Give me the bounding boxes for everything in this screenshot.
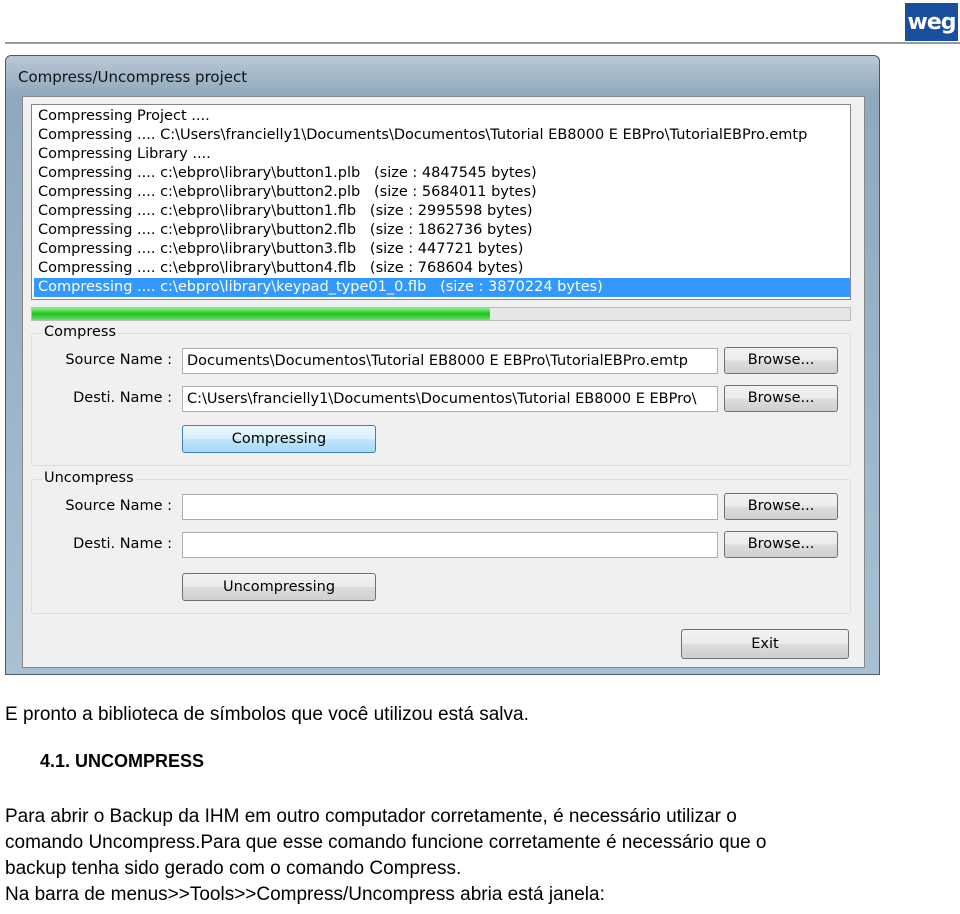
log-item[interactable]: Compressing Library .... <box>38 145 850 164</box>
compress-source-browse-button[interactable]: Browse... <box>724 347 838 374</box>
compress-source-input[interactable]: Documents\Documentos\Tutorial EB8000 E E… <box>182 348 718 374</box>
uncompressing-button[interactable]: Uncompressing <box>182 573 376 601</box>
log-item[interactable]: Compressing .... c:\ebpro\library\button… <box>38 202 850 221</box>
doc-line: Na barra de menus>>Tools>>Compress/Uncom… <box>5 884 605 905</box>
uncompress-dest-browse-button[interactable]: Browse... <box>724 531 838 558</box>
progress-fill <box>32 308 491 320</box>
compress-group-label: Compress <box>42 324 118 340</box>
log-item[interactable]: Compressing .... c:\ebpro\library\button… <box>38 221 850 240</box>
uncompress-group: Uncompress Source Name : Browse... Desti… <box>31 470 851 614</box>
log-item[interactable]: Compressing .... c:\ebpro\library\button… <box>38 240 850 259</box>
doc-line: comando Uncompress.Para que esse comando… <box>5 832 767 853</box>
compressing-button[interactable]: Compressing <box>182 425 376 453</box>
progress-bar <box>31 307 851 321</box>
log-item[interactable]: Compressing .... c:\ebpro\library\button… <box>38 259 850 278</box>
uncompress-source-input[interactable] <box>182 494 718 520</box>
uncompress-dest-label: Desti. Name : <box>73 536 172 552</box>
doc-line: Para abrir o Backup da IHM em outro comp… <box>5 806 737 827</box>
compress-dialog: Compress/Uncompress project Compressing … <box>5 55 880 675</box>
dialog-title: Compress/Uncompress project <box>18 68 248 86</box>
header-rule <box>5 42 960 44</box>
compress-group: Compress Source Name : Documents\Documen… <box>31 324 851 466</box>
logo-text: weg <box>907 9 957 35</box>
uncompress-source-label: Source Name : <box>65 498 172 514</box>
compress-dest-browse-button[interactable]: Browse... <box>724 385 838 412</box>
log-item[interactable]: Compressing .... c:\ebpro\library\keypad… <box>34 278 850 297</box>
uncompress-source-browse-button[interactable]: Browse... <box>724 493 838 520</box>
compress-source-label: Source Name : <box>65 352 172 368</box>
log-item[interactable]: Compressing .... c:\ebpro\library\button… <box>38 164 850 183</box>
compress-dest-label: Desti. Name : <box>73 390 172 406</box>
log-listbox[interactable]: Compressing Project .... Compressing ....… <box>31 104 851 300</box>
uncompress-group-label: Uncompress <box>42 470 136 486</box>
doc-line: backup tenha sido gerado com o comando C… <box>5 858 462 879</box>
doc-paragraph: E pronto a biblioteca de símbolos que vo… <box>5 704 529 725</box>
log-item[interactable]: Compressing .... c:\ebpro\library\button… <box>38 183 850 202</box>
compress-dest-input[interactable]: C:\Users\francielly1\Documents\Documento… <box>182 386 718 412</box>
uncompress-dest-input[interactable] <box>182 532 718 558</box>
exit-button[interactable]: Exit <box>681 629 849 659</box>
log-item[interactable]: Compressing .... C:\Users\francielly1\Do… <box>38 126 850 145</box>
weg-logo: weg <box>905 3 958 41</box>
log-item[interactable]: Compressing Project .... <box>38 107 850 126</box>
dialog-panel: Compressing Project .... Compressing ....… <box>22 96 865 668</box>
section-heading: 4.1. UNCOMPRESS <box>40 751 205 771</box>
